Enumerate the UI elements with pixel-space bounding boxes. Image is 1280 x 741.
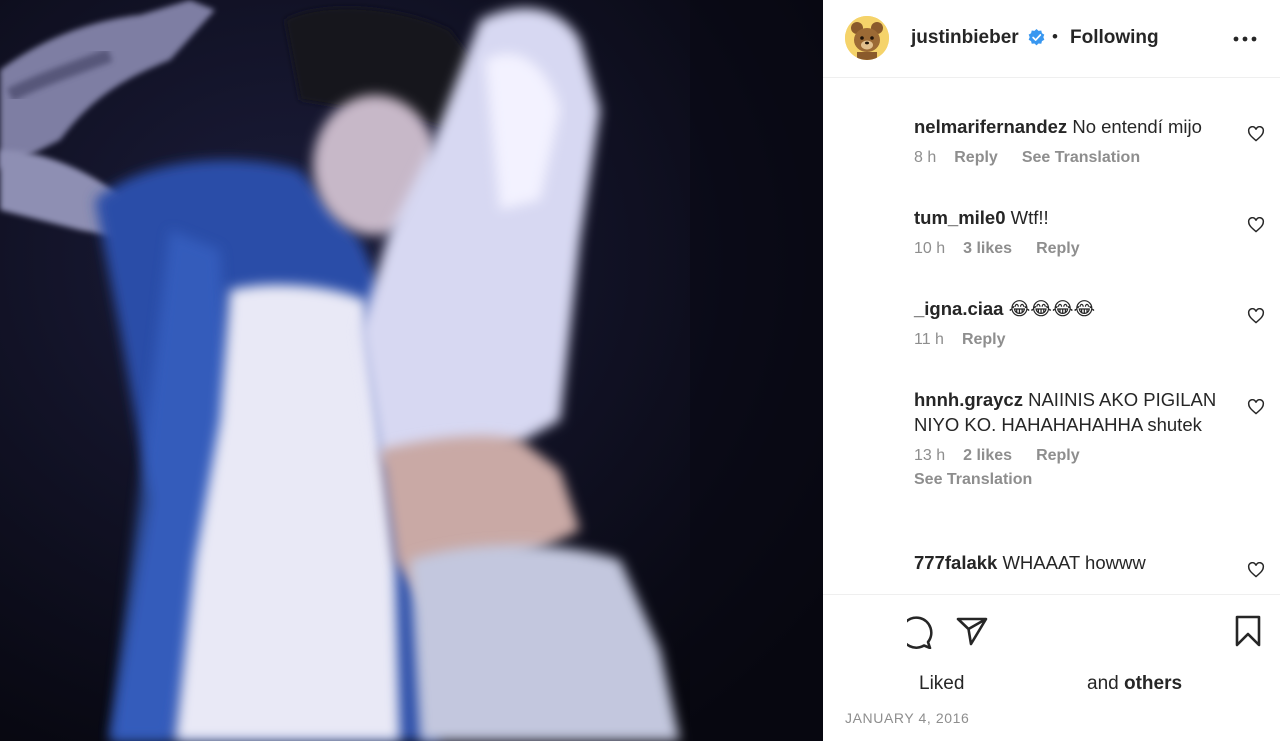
post-header: justinbieber • Following — [823, 0, 1280, 78]
heart-icon[interactable] — [1247, 126, 1265, 142]
heart-icon[interactable] — [1247, 217, 1265, 233]
post-author-username[interactable]: justinbieber — [911, 27, 1019, 49]
comment-text-line: nelmarifernandez No entendí mijo — [914, 114, 1234, 139]
others-link[interactable]: others — [1124, 673, 1182, 694]
post-photo-illustration — [0, 0, 823, 741]
comment-text-line: hnnh.graycz NAIINIS AKO PIGILAN NIYO KO.… — [914, 387, 1234, 437]
heart-icon[interactable] — [1247, 308, 1265, 324]
comment-bubble-icon — [907, 616, 933, 649]
comment-time[interactable]: 8 h — [914, 149, 936, 167]
comment-text: WHAAAT howww — [1002, 552, 1146, 573]
comment-time[interactable]: 10 h — [914, 240, 945, 258]
comment-text-line: 777falakk WHAAAT howww — [914, 550, 1234, 575]
more-options-icon[interactable] — [1233, 36, 1257, 42]
share-icon[interactable] — [956, 616, 988, 646]
comment-username[interactable]: hnnh.graycz — [914, 389, 1023, 410]
comment-username[interactable]: 777falakk — [914, 552, 997, 573]
comment-text: 😂😂😂😂 — [1008, 298, 1096, 319]
header-separator: • — [1052, 27, 1058, 46]
comment-likes[interactable]: 3 likes — [963, 240, 1012, 258]
comment-username[interactable]: nelmarifernandez — [914, 116, 1067, 137]
comment-item: tum_mile0 Wtf!! 10 h 3 likes Reply — [914, 205, 1234, 258]
comment-text: No entendí mijo — [1072, 116, 1202, 137]
comment-item: hnnh.graycz NAIINIS AKO PIGILAN NIYO KO.… — [914, 387, 1234, 489]
post-date[interactable]: JANUARY 4, 2016 — [845, 710, 969, 726]
comment-item: _igna.ciaa 😂😂😂😂 11 h Reply — [914, 296, 1234, 349]
comment-text-line: tum_mile0 Wtf!! — [914, 205, 1234, 230]
comment-text: Wtf!! — [1010, 207, 1049, 228]
post-side-panel: justinbieber • Following nelmarifernande… — [823, 0, 1280, 741]
comment-meta: 10 h 3 likes Reply — [914, 240, 1234, 258]
comment-username[interactable]: _igna.ciaa — [914, 298, 1003, 319]
comment-time[interactable]: 13 h — [914, 447, 945, 465]
liked-label: Liked — [919, 673, 965, 694]
comment-meta: 8 h Reply See Translation — [914, 149, 1234, 167]
comment-time[interactable]: 11 h — [914, 331, 944, 349]
comment-username[interactable]: tum_mile0 — [914, 207, 1006, 228]
verified-badge-icon — [1028, 29, 1045, 46]
comment-icon[interactable] — [907, 615, 933, 649]
reply-button[interactable]: Reply — [1036, 240, 1080, 258]
bear-icon — [845, 16, 889, 60]
comment-meta: 11 h Reply — [914, 331, 1234, 349]
comment-text-line: _igna.ciaa 😂😂😂😂 — [914, 296, 1234, 321]
see-translation-button[interactable]: See Translation — [1022, 149, 1140, 167]
comment-likes[interactable]: 2 likes — [963, 447, 1012, 465]
heart-icon[interactable] — [1247, 399, 1265, 415]
and-label: and — [1087, 673, 1119, 694]
following-button[interactable]: Following — [1070, 27, 1159, 49]
comment-meta: 13 h 2 likes Reply — [914, 447, 1234, 465]
liked-others[interactable]: and others — [1087, 673, 1182, 695]
teddy-bear-avatar[interactable] — [845, 16, 889, 60]
comment-item: nelmarifernandez No entendí mijo 8 h Rep… — [914, 114, 1234, 167]
comment-list[interactable]: nelmarifernandez No entendí mijo 8 h Rep… — [823, 80, 1280, 594]
reply-button[interactable]: Reply — [954, 149, 998, 167]
reply-button[interactable]: Reply — [1036, 447, 1080, 465]
bookmark-icon[interactable] — [1234, 615, 1262, 647]
comment-item: 777falakk WHAAAT howww — [914, 550, 1234, 575]
reply-button[interactable]: Reply — [962, 331, 1006, 349]
post-actions: Liked and others JANUARY 4, 2016 — [823, 594, 1280, 741]
see-translation-button[interactable]: See Translation — [914, 471, 1234, 489]
post-photo[interactable] — [0, 0, 823, 741]
heart-icon[interactable] — [1247, 562, 1265, 578]
